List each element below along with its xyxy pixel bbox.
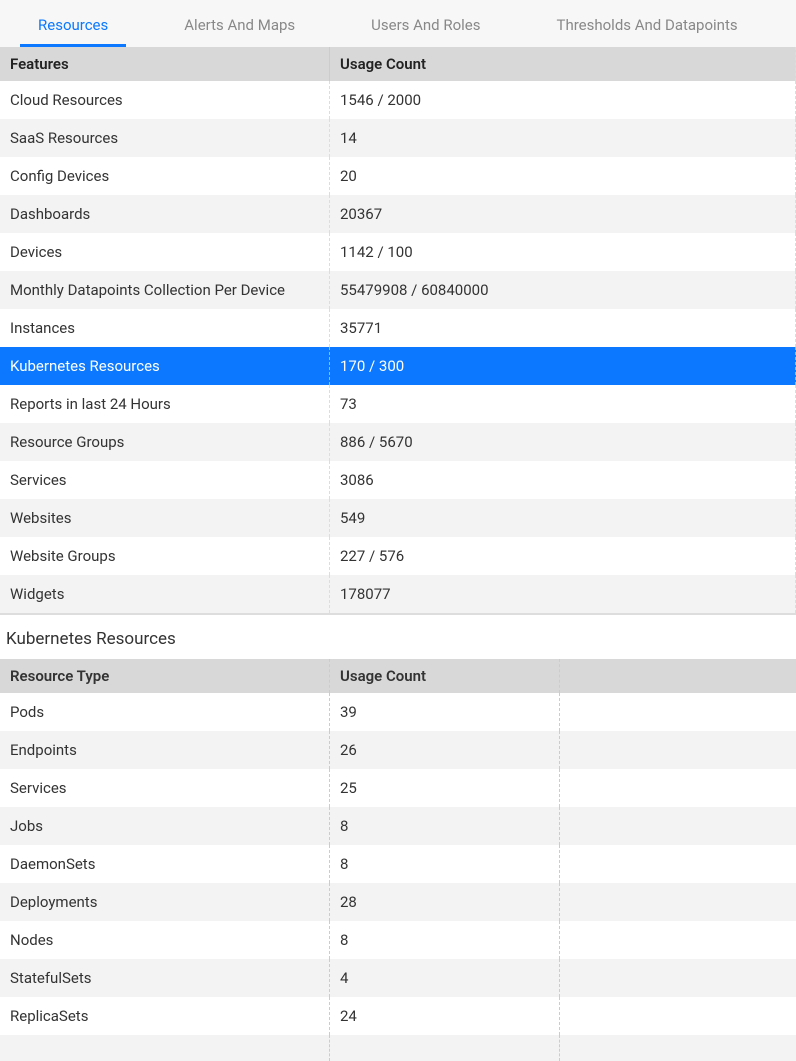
- resource-type-label: Endpoints: [0, 731, 330, 769]
- usage-value: 73: [330, 385, 796, 423]
- usage-value: 170 / 300: [330, 347, 796, 385]
- usage-value: 8: [330, 921, 560, 959]
- usage-value: 39: [330, 693, 560, 731]
- row-devices[interactable]: Devices 1142 / 100: [0, 233, 796, 271]
- resource-type-label: Deployments: [0, 883, 330, 921]
- features-table: Features Usage Count Cloud Resources 154…: [0, 47, 796, 615]
- column-header-usage[interactable]: Usage Count: [330, 47, 796, 81]
- row-reports-24h[interactable]: Reports in last 24 Hours 73: [0, 385, 796, 423]
- detail-row-jobs[interactable]: Jobs 8: [0, 807, 796, 845]
- row-services[interactable]: Services 3086: [0, 461, 796, 499]
- detail-row-services[interactable]: Services 25: [0, 769, 796, 807]
- usage-value: 8: [330, 807, 560, 845]
- usage-value: 1142 / 100: [330, 233, 796, 271]
- detail-row-deployments[interactable]: Deployments 28: [0, 883, 796, 921]
- usage-value: 55479908 / 60840000: [330, 271, 796, 309]
- tab-alerts-and-maps[interactable]: Alerts And Maps: [166, 10, 313, 47]
- column-header-empty: [560, 659, 796, 693]
- detail-table: Resource Type Usage Count Pods 39 Endpoi…: [0, 659, 796, 1061]
- column-header-usage[interactable]: Usage Count: [330, 659, 560, 693]
- detail-row-daemonsets[interactable]: DaemonSets 8: [0, 845, 796, 883]
- feature-label: Widgets: [0, 575, 330, 613]
- usage-value: 886 / 5670: [330, 423, 796, 461]
- usage-value: 3086: [330, 461, 796, 499]
- row-widgets[interactable]: Widgets 178077: [0, 575, 796, 615]
- detail-row-replicasets[interactable]: ReplicaSets 24: [0, 997, 796, 1035]
- resource-type-label: ReplicaSets: [0, 997, 330, 1035]
- row-monthly-datapoints[interactable]: Monthly Datapoints Collection Per Device…: [0, 271, 796, 309]
- usage-value: 227 / 576: [330, 537, 796, 575]
- detail-row-empty: [0, 1035, 796, 1061]
- usage-value: 14: [330, 119, 796, 157]
- features-table-header: Features Usage Count: [0, 47, 796, 81]
- row-website-groups[interactable]: Website Groups 227 / 576: [0, 537, 796, 575]
- feature-label: Dashboards: [0, 195, 330, 233]
- feature-label: Kubernetes Resources: [10, 357, 160, 375]
- usage-value: 20367: [330, 195, 796, 233]
- usage-value: 178077: [330, 575, 796, 613]
- column-header-features[interactable]: Features: [0, 47, 330, 81]
- row-cloud-resources[interactable]: Cloud Resources 1546 / 2000: [0, 81, 796, 119]
- resource-type-label: Jobs: [0, 807, 330, 845]
- usage-value: 24: [330, 997, 560, 1035]
- row-websites[interactable]: Websites 549: [0, 499, 796, 537]
- resource-type-label: StatefulSets: [0, 959, 330, 997]
- feature-label: Resource Groups: [10, 433, 124, 451]
- usage-value: 25: [330, 769, 560, 807]
- usage-value: 4: [330, 959, 560, 997]
- row-resource-groups[interactable]: Resource Groups 886 / 5670: [0, 423, 796, 461]
- column-header-resource-type[interactable]: Resource Type: [0, 659, 330, 693]
- row-instances[interactable]: Instances 35771: [0, 309, 796, 347]
- feature-label: Monthly Datapoints Collection Per Device: [0, 271, 330, 309]
- feature-label: Devices: [10, 243, 62, 261]
- row-dashboards[interactable]: Dashboards 20367: [0, 195, 796, 233]
- row-kubernetes-resources[interactable]: Kubernetes Resources 170 / 300: [0, 347, 796, 385]
- detail-row-nodes[interactable]: Nodes 8: [0, 921, 796, 959]
- tab-thresholds-and-datapoints[interactable]: Thresholds And Datapoints: [539, 10, 756, 47]
- detail-row-pods[interactable]: Pods 39: [0, 693, 796, 731]
- feature-label: Cloud Resources: [10, 91, 123, 109]
- feature-label: Config Devices: [0, 157, 330, 195]
- row-config-devices[interactable]: Config Devices 20: [0, 157, 796, 195]
- usage-value: 28: [330, 883, 560, 921]
- feature-label: Services: [0, 461, 330, 499]
- detail-section-title: Kubernetes Resources: [0, 615, 796, 659]
- feature-label: Website Groups: [0, 537, 330, 575]
- tab-users-and-roles[interactable]: Users And Roles: [353, 10, 498, 47]
- feature-label: Instances: [10, 319, 75, 337]
- feature-label: Reports in last 24 Hours: [0, 385, 330, 423]
- usage-value: 35771: [330, 309, 796, 347]
- tab-bar: Resources Alerts And Maps Users And Role…: [0, 0, 796, 47]
- feature-label: Websites: [0, 499, 330, 537]
- resource-type-label: Pods: [0, 693, 330, 731]
- usage-value: 26: [330, 731, 560, 769]
- usage-value: 20: [330, 157, 796, 195]
- usage-value: 549: [330, 499, 796, 537]
- resource-type-label: Services: [0, 769, 330, 807]
- detail-row-statefulsets[interactable]: StatefulSets 4: [0, 959, 796, 997]
- detail-table-header: Resource Type Usage Count: [0, 659, 796, 693]
- detail-row-endpoints[interactable]: Endpoints 26: [0, 731, 796, 769]
- usage-value: 1546 / 2000: [330, 81, 796, 119]
- usage-value: 8: [330, 845, 560, 883]
- feature-label: SaaS Resources: [10, 129, 118, 147]
- row-saas-resources[interactable]: SaaS Resources 14: [0, 119, 796, 157]
- resource-type-label: DaemonSets: [0, 845, 330, 883]
- resource-type-label: Nodes: [0, 921, 330, 959]
- tab-resources[interactable]: Resources: [20, 10, 126, 47]
